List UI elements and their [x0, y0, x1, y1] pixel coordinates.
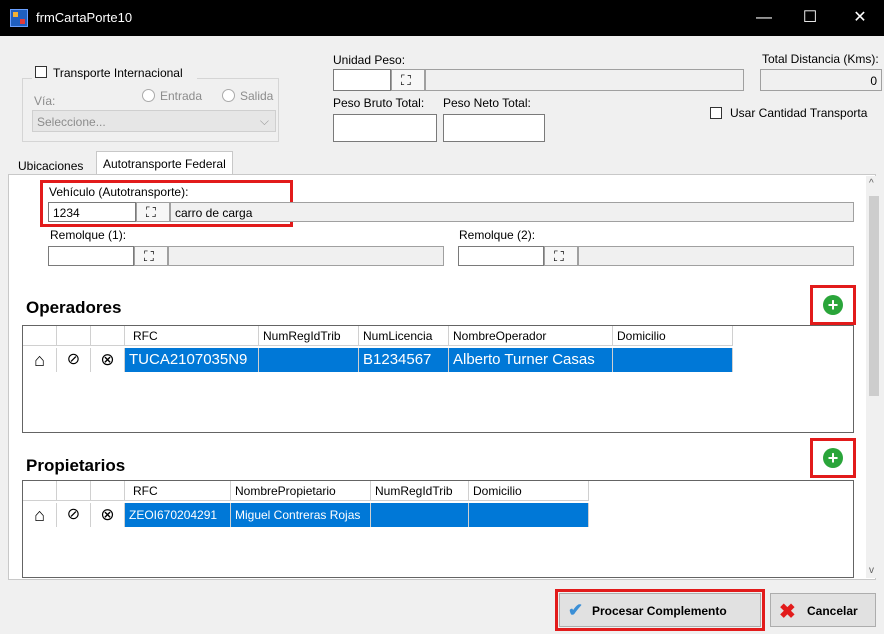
home-icon[interactable]: ⌂ [23, 348, 57, 372]
scroll-down-icon[interactable]: v [869, 565, 874, 576]
remolque2-label: Remolque (2): [459, 228, 536, 242]
home-icon[interactable]: ⌂ [23, 503, 57, 527]
close-button[interactable]: ✕ [840, 4, 880, 32]
vehiculo-value: 1234 [53, 206, 80, 220]
app-icon [10, 9, 28, 27]
minimize-button[interactable]: — [744, 4, 784, 32]
procesar-complemento-button[interactable]: ✔ Procesar Complemento [559, 593, 761, 627]
grid-header-blank [91, 326, 125, 346]
remove-icon[interactable]: ⊗ [91, 348, 125, 372]
vehiculo-input[interactable]: 1234 [48, 202, 136, 222]
add-operador-button[interactable]: + [823, 295, 843, 315]
peso-neto-input[interactable] [443, 114, 545, 142]
col-header-numlicencia[interactable]: NumLicencia [359, 326, 449, 346]
table-cell-nombrepropietario[interactable]: Miguel Contreras Rojas [231, 503, 371, 527]
entrada-label: Entrada [160, 89, 203, 103]
entrada-radio[interactable] [142, 89, 155, 102]
propietarios-title: Propietarios [26, 456, 126, 475]
peso-neto-label: Peso Neto Total: [443, 96, 531, 110]
remolque1-input[interactable] [48, 246, 134, 266]
propietarios-grid[interactable]: RFC NombrePropietario NumRegIdTrib Domic… [22, 480, 854, 578]
no-home-icon[interactable]: ⊘ [57, 348, 91, 372]
transporte-internacional-label: Transporte Internacional [53, 66, 183, 80]
via-select-value: Seleccione... [37, 115, 106, 129]
col-header-domicilio[interactable]: Domicilio [469, 481, 589, 501]
col-header-nombrepropietario[interactable]: NombrePropietario [231, 481, 371, 501]
unidad-peso-search-button[interactable]: ⛶ [391, 69, 425, 91]
table-cell-numlicencia[interactable]: B1234567 [359, 348, 449, 372]
plus-icon: + [827, 448, 839, 468]
table-cell-numregidtrib[interactable] [259, 348, 359, 372]
grid-header-blank [91, 481, 125, 501]
remolque2-search-button[interactable]: ⛶ [544, 246, 578, 266]
usar-cantidad-checkbox[interactable] [710, 107, 722, 119]
unidad-peso-label: Unidad Peso: [333, 53, 406, 67]
grid-header-blank [23, 326, 57, 346]
col-header-rfc[interactable]: RFC [125, 481, 231, 501]
peso-bruto-label: Peso Bruto Total: [333, 96, 425, 110]
window-title: frmCartaPorte10 [36, 10, 133, 25]
table-cell-numregidtrib[interactable] [371, 503, 469, 527]
no-home-icon[interactable]: ⊘ [57, 503, 91, 527]
vehiculo-description-field: carro de carga [170, 202, 854, 222]
binoculars-icon: ⛶ [401, 72, 411, 88]
binoculars-icon: ⛶ [554, 248, 564, 264]
table-cell-rfc[interactable]: ZEOI670204291 [125, 503, 231, 527]
remolque2-input[interactable] [458, 246, 544, 266]
total-distancia-field: 0 [760, 69, 882, 91]
transporte-internacional-checkbox[interactable] [35, 66, 47, 78]
vehiculo-description: carro de carga [175, 206, 253, 220]
checkmark-icon: ✔ [568, 600, 584, 620]
scrollbar-thumb[interactable] [869, 196, 879, 396]
binoculars-icon: ⛶ [144, 248, 154, 264]
table-cell-nombreoperador[interactable]: Alberto Turner Casas [449, 348, 613, 372]
table-cell-domicilio[interactable] [613, 348, 733, 372]
red-x-icon: ✖ [779, 601, 796, 623]
table-cell-domicilio[interactable] [469, 503, 589, 527]
vehiculo-label: Vehículo (Autotransporte): [49, 185, 189, 199]
peso-bruto-input[interactable] [333, 114, 437, 142]
remolque1-label: Remolque (1): [50, 228, 127, 242]
remolque2-description [578, 246, 854, 266]
table-cell-rfc[interactable]: TUCA2107035N9 [125, 348, 259, 372]
col-header-rfc[interactable]: RFC [125, 326, 259, 346]
salida-label: Salida [240, 89, 274, 103]
vehiculo-search-button[interactable]: ⛶ [136, 202, 170, 222]
col-header-numregidtrib[interactable]: NumRegIdTrib [259, 326, 359, 346]
via-select[interactable]: Seleccione... ⌵ [32, 110, 276, 132]
remolque1-search-button[interactable]: ⛶ [134, 246, 168, 266]
remolque1-description [168, 246, 444, 266]
cancelar-label: Cancelar [807, 604, 858, 618]
total-distancia-label: Total Distancia (Kms): [762, 52, 879, 66]
grid-header-blank [57, 326, 91, 346]
maximize-button[interactable]: ☐ [790, 4, 830, 32]
col-header-numregidtrib[interactable]: NumRegIdTrib [371, 481, 469, 501]
remove-icon[interactable]: ⊗ [91, 503, 125, 527]
plus-icon: + [827, 295, 839, 315]
title-bar: frmCartaPorte10 — ☐ ✕ [0, 0, 884, 36]
grid-header-blank [23, 481, 57, 501]
operadores-grid[interactable]: RFC NumRegIdTrib NumLicencia NombreOpera… [22, 325, 854, 433]
total-distancia-value: 0 [870, 74, 877, 88]
cancelar-button[interactable]: ✖ Cancelar [770, 593, 876, 627]
operadores-title: Operadores [26, 298, 122, 317]
col-header-domicilio[interactable]: Domicilio [613, 326, 733, 346]
scroll-up-icon[interactable]: ^ [869, 178, 874, 189]
chevron-down-icon: ⌵ [259, 114, 269, 128]
vertical-scrollbar[interactable]: ^ v [866, 176, 882, 578]
transporte-internacional-checkbox-row[interactable]: Transporte Internacional [32, 65, 197, 81]
via-label: Vía: [34, 94, 56, 108]
procesar-label: Procesar Complemento [592, 604, 727, 618]
grid-header-blank [57, 481, 91, 501]
unidad-peso-input[interactable] [333, 69, 391, 91]
unidad-peso-description [425, 69, 744, 91]
col-header-nombreoperador[interactable]: NombreOperador [449, 326, 613, 346]
binoculars-icon: ⛶ [146, 204, 156, 220]
usar-cantidad-label: Usar Cantidad Transporta [730, 106, 868, 120]
add-propietario-button[interactable]: + [823, 448, 843, 468]
salida-radio[interactable] [222, 89, 235, 102]
